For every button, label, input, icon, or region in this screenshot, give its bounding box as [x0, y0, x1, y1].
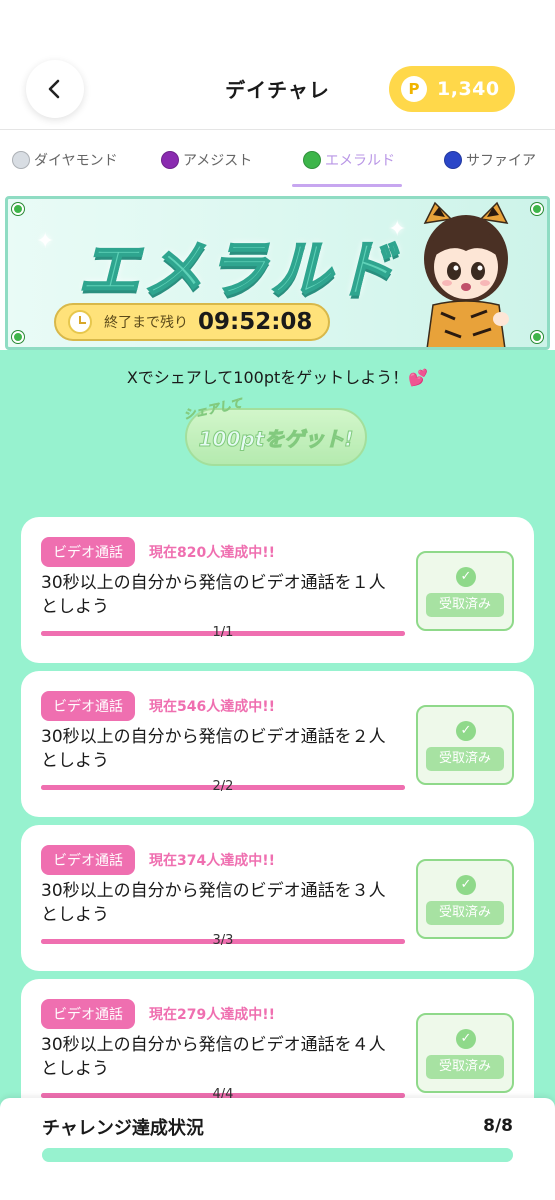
tab-sapphire[interactable]: サファイア — [444, 145, 536, 175]
challenge-progress-footer: チャレンジ達成状況 8/8 — [0, 1098, 555, 1200]
challenge-description: 30秒以上の自分から発信のビデオ通話を１人としよう — [41, 573, 386, 617]
active-tab-indicator — [292, 184, 402, 187]
emerald-gem-icon — [12, 331, 24, 343]
challenge-card: ビデオ通話 現在546人達成中!! 30秒以上の自分から発信のビデオ通話を２人と… — [21, 671, 534, 817]
share-button-label: 100ptをゲット! — [198, 426, 354, 451]
received-label: 受取済み — [426, 593, 504, 617]
progress-text: 3/3 — [212, 933, 234, 948]
rank-tabs: ダイヤモンド アメジスト エメラルド サファイア — [0, 131, 555, 189]
sparkle-icon: ✦ — [36, 229, 55, 254]
emerald-gem-icon — [12, 203, 24, 215]
challenge-card: ビデオ通話 現在374人達成中!! 30秒以上の自分から発信のビデオ通話を３人と… — [21, 825, 534, 971]
timer-label: 終了まで残り — [104, 315, 188, 331]
challenge-description: 30秒以上の自分から発信のビデオ通話を２人としよう — [41, 727, 386, 771]
footer-value: 8/8 — [483, 1116, 513, 1136]
timer-value: 09:52:08 — [198, 309, 313, 335]
achiever-count: 現在279人達成中!! — [149, 1007, 275, 1023]
achiever-count: 現在374人達成中!! — [149, 853, 275, 869]
received-button[interactable]: ✓ 受取済み — [416, 551, 514, 631]
received-label: 受取済み — [426, 747, 504, 771]
tab-amethyst[interactable]: アメジスト — [161, 145, 252, 175]
emerald-gem-icon — [531, 331, 543, 343]
challenge-card: ビデオ通話 現在820人達成中!! 30秒以上の自分から発信のビデオ通話を１人と… — [21, 517, 534, 663]
progress-text: 2/2 — [212, 779, 234, 794]
challenge-description: 30秒以上の自分から発信のビデオ通話を４人としよう — [41, 1035, 386, 1079]
category-badge: ビデオ通話 — [41, 999, 135, 1029]
tab-emerald[interactable]: エメラルド — [303, 145, 395, 175]
emerald-banner: ✦ ✦ エメラルド 終了まで残り 09:52:08 — [5, 196, 550, 350]
amethyst-gem-icon — [161, 151, 179, 169]
tab-label: ダイヤモンド — [34, 153, 118, 169]
received-label: 受取済み — [426, 1055, 504, 1079]
category-badge: ビデオ通話 — [41, 537, 135, 567]
emerald-gem-icon — [303, 151, 321, 169]
tab-label: アメジスト — [183, 153, 253, 169]
points-icon: P — [401, 76, 427, 102]
mascot-character-illustration — [423, 201, 509, 347]
achiever-count: 現在546人達成中!! — [149, 699, 275, 715]
received-button[interactable]: ✓ 受取済み — [416, 705, 514, 785]
app-header: デイチャレ P 1,340 — [0, 0, 555, 130]
tab-label: サファイア — [466, 153, 536, 169]
progress-text: 1/1 — [212, 625, 234, 640]
tab-diamond[interactable]: ダイヤモンド — [12, 145, 118, 175]
received-button[interactable]: ✓ 受取済み — [416, 859, 514, 939]
sapphire-gem-icon — [444, 151, 462, 169]
countdown-timer: 終了まで残り 09:52:08 — [54, 303, 330, 341]
points-badge[interactable]: P 1,340 — [389, 66, 515, 112]
received-button[interactable]: ✓ 受取済み — [416, 1013, 514, 1093]
achiever-count: 現在820人達成中!! — [149, 545, 275, 561]
emerald-gem-icon — [531, 203, 543, 215]
challenge-description: 30秒以上の自分から発信のビデオ通話を３人としよう — [41, 881, 386, 925]
share-button-small-label: シェアして — [182, 395, 244, 423]
check-icon: ✓ — [456, 567, 476, 587]
footer-label: チャレンジ達成状況 — [42, 1118, 204, 1139]
check-icon: ✓ — [456, 721, 476, 741]
points-value: 1,340 — [437, 78, 500, 100]
check-icon: ✓ — [456, 1029, 476, 1049]
category-badge: ビデオ通話 — [41, 691, 135, 721]
share-prompt-text: Xでシェアして100ptをゲットしよう！💕 — [126, 368, 429, 387]
clock-icon — [68, 310, 92, 334]
share-on-x-button[interactable]: シェアして 100ptをゲット! — [182, 396, 367, 466]
tab-label: エメラルド — [325, 153, 395, 169]
overall-progress-fill — [42, 1148, 513, 1162]
category-badge: ビデオ通話 — [41, 845, 135, 875]
received-label: 受取済み — [426, 901, 504, 925]
overall-progress-bar — [42, 1148, 513, 1162]
diamond-gem-icon — [12, 151, 30, 169]
check-icon: ✓ — [456, 875, 476, 895]
banner-title: エメラルド — [77, 232, 399, 307]
